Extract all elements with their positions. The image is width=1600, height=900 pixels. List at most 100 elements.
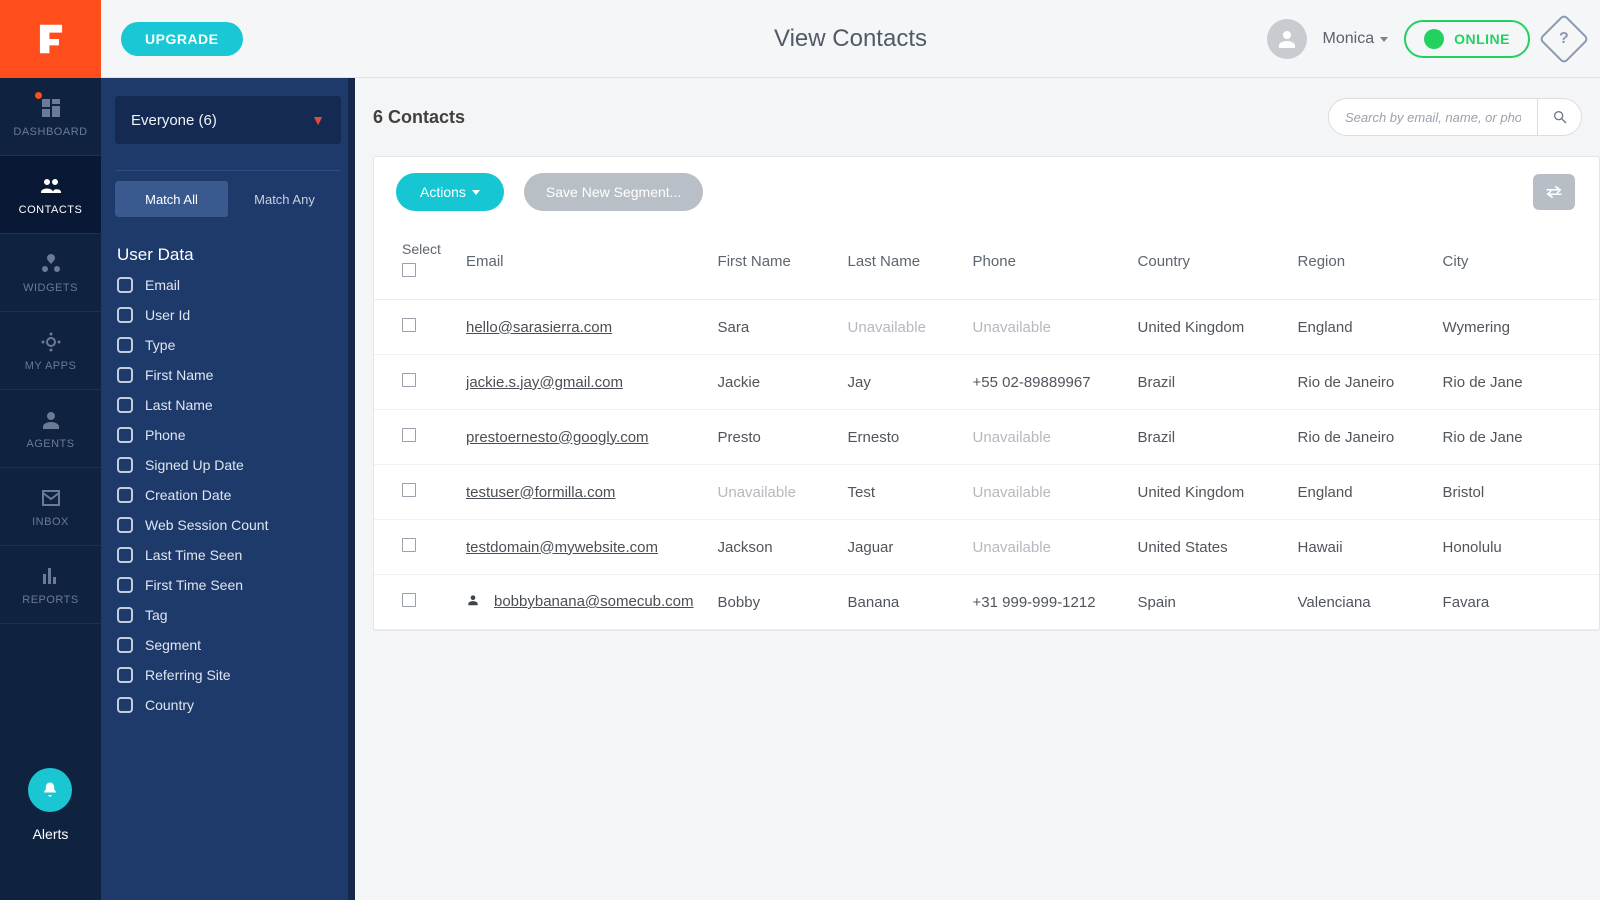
nav-widgets[interactable]: WIDGETS bbox=[0, 234, 101, 312]
row-checkbox[interactable] bbox=[402, 428, 416, 442]
cell: Hawaii bbox=[1286, 520, 1431, 575]
filter-field-label: Country bbox=[145, 697, 194, 713]
cell: +31 999-999-1212 bbox=[961, 575, 1126, 630]
filter-field-label: Segment bbox=[145, 637, 201, 653]
upgrade-button[interactable]: UPGRADE bbox=[121, 22, 243, 56]
nav-myapps[interactable]: MY APPS bbox=[0, 312, 101, 390]
cell: Unavailable bbox=[961, 520, 1126, 575]
filter-field-first-time-seen[interactable]: First Time Seen bbox=[117, 577, 347, 593]
checkbox-icon bbox=[117, 607, 133, 623]
filter-field-label: Phone bbox=[145, 427, 185, 443]
filter-field-label: Creation Date bbox=[145, 487, 231, 503]
filter-field-phone[interactable]: Phone bbox=[117, 427, 347, 443]
filter-field-first-name[interactable]: First Name bbox=[117, 367, 347, 383]
filter-field-segment[interactable]: Segment bbox=[117, 637, 347, 653]
row-checkbox[interactable] bbox=[402, 538, 416, 552]
cell: Rio de Jane bbox=[1431, 355, 1599, 410]
help-button[interactable]: ? bbox=[1539, 14, 1590, 65]
cell: Unavailable bbox=[961, 410, 1126, 465]
contacts-table: Select Email First Name Last Name Phone … bbox=[374, 227, 1599, 630]
filter-panel: Everyone (6) ▼ Match All Match Any User … bbox=[101, 78, 355, 900]
cell: +55 02-89889967 bbox=[961, 355, 1126, 410]
filter-field-country[interactable]: Country bbox=[117, 697, 347, 713]
status-dot-icon bbox=[1424, 29, 1444, 49]
match-all-tab[interactable]: Match All bbox=[115, 181, 228, 217]
checkbox-icon bbox=[117, 577, 133, 593]
save-segment-button[interactable]: Save New Segment... bbox=[524, 173, 703, 211]
cell: Spain bbox=[1126, 575, 1286, 630]
filter-field-type[interactable]: Type bbox=[117, 337, 347, 353]
checkbox-icon bbox=[117, 487, 133, 503]
cell: Unavailable bbox=[706, 465, 836, 520]
cell: Jay bbox=[836, 355, 961, 410]
filter-field-last-name[interactable]: Last Name bbox=[117, 397, 347, 413]
cell: Sara bbox=[706, 300, 836, 355]
cell: Unavailable bbox=[836, 300, 961, 355]
filter-field-tag[interactable]: Tag bbox=[117, 607, 347, 623]
row-checkbox[interactable] bbox=[402, 318, 416, 332]
cell: Bristol bbox=[1431, 465, 1599, 520]
filter-field-signed-up-date[interactable]: Signed Up Date bbox=[117, 457, 347, 473]
email-link[interactable]: prestoernesto@googly.com bbox=[466, 429, 649, 446]
col-region[interactable]: Region bbox=[1286, 227, 1431, 300]
alerts-button[interactable] bbox=[28, 768, 72, 812]
nav-dashboard[interactable]: DASHBOARD bbox=[0, 78, 101, 156]
filter-field-referring-site[interactable]: Referring Site bbox=[117, 667, 347, 683]
checkbox-icon bbox=[117, 337, 133, 353]
email-link[interactable]: jackie.s.jay@gmail.com bbox=[466, 374, 623, 391]
filter-field-creation-date[interactable]: Creation Date bbox=[117, 487, 347, 503]
cell: Honolulu bbox=[1431, 520, 1599, 575]
contacts-icon bbox=[39, 174, 63, 198]
nav-label: INBOX bbox=[32, 516, 69, 528]
help-icon: ? bbox=[1559, 30, 1569, 48]
col-phone[interactable]: Phone bbox=[961, 227, 1126, 300]
checkbox-icon bbox=[117, 667, 133, 683]
filter-field-last-time-seen[interactable]: Last Time Seen bbox=[117, 547, 347, 563]
filter-field-label: Type bbox=[145, 337, 175, 353]
email-link[interactable]: bobbybanana@somecub.com bbox=[494, 593, 694, 610]
email-link[interactable]: testuser@formilla.com bbox=[466, 484, 615, 501]
chevron-down-icon: ▼ bbox=[311, 112, 325, 128]
nav-contacts[interactable]: CONTACTS bbox=[0, 156, 101, 234]
swap-columns-button[interactable] bbox=[1533, 174, 1575, 210]
row-checkbox[interactable] bbox=[402, 593, 416, 607]
cell: Banana bbox=[836, 575, 961, 630]
contacts-card: Actions Save New Segment... Select Email… bbox=[373, 156, 1600, 631]
col-email[interactable]: Email bbox=[454, 227, 706, 300]
select-all-checkbox[interactable] bbox=[402, 263, 416, 277]
checkbox-icon bbox=[117, 457, 133, 473]
col-first-name[interactable]: First Name bbox=[706, 227, 836, 300]
email-link[interactable]: testdomain@mywebsite.com bbox=[466, 539, 658, 556]
col-country[interactable]: Country bbox=[1126, 227, 1286, 300]
online-status-toggle[interactable]: ONLINE bbox=[1404, 20, 1530, 58]
match-any-tab[interactable]: Match Any bbox=[228, 181, 341, 217]
content-area: 6 Contacts Actions Save New Segment... bbox=[355, 78, 1600, 900]
actions-dropdown[interactable]: Actions bbox=[396, 173, 504, 211]
cell: Test bbox=[836, 465, 961, 520]
row-checkbox[interactable] bbox=[402, 373, 416, 387]
online-status-label: ONLINE bbox=[1454, 31, 1510, 47]
nav-label: DASHBOARD bbox=[13, 126, 87, 138]
app-logo[interactable] bbox=[0, 0, 101, 78]
nav-inbox[interactable]: INBOX bbox=[0, 468, 101, 546]
nav-agents[interactable]: AGENTS bbox=[0, 390, 101, 468]
filter-field-email[interactable]: Email bbox=[117, 277, 347, 293]
segment-dropdown[interactable]: Everyone (6) ▼ bbox=[115, 96, 341, 144]
filter-field-label: Referring Site bbox=[145, 667, 231, 683]
col-last-name[interactable]: Last Name bbox=[836, 227, 961, 300]
filter-field-web-session-count[interactable]: Web Session Count bbox=[117, 517, 347, 533]
row-checkbox[interactable] bbox=[402, 483, 416, 497]
filter-field-user-id[interactable]: User Id bbox=[117, 307, 347, 323]
filter-field-label: Tag bbox=[145, 607, 168, 623]
cell: England bbox=[1286, 300, 1431, 355]
user-avatar[interactable] bbox=[1267, 19, 1307, 59]
person-icon bbox=[466, 593, 480, 611]
col-city[interactable]: City bbox=[1431, 227, 1599, 300]
nav-reports[interactable]: REPORTS bbox=[0, 546, 101, 624]
email-link[interactable]: hello@sarasierra.com bbox=[466, 319, 612, 336]
reports-icon bbox=[39, 564, 63, 588]
search-button[interactable] bbox=[1538, 98, 1582, 136]
user-menu[interactable]: Monica bbox=[1323, 30, 1389, 48]
cell: Jackie bbox=[706, 355, 836, 410]
search-input[interactable] bbox=[1328, 98, 1538, 136]
